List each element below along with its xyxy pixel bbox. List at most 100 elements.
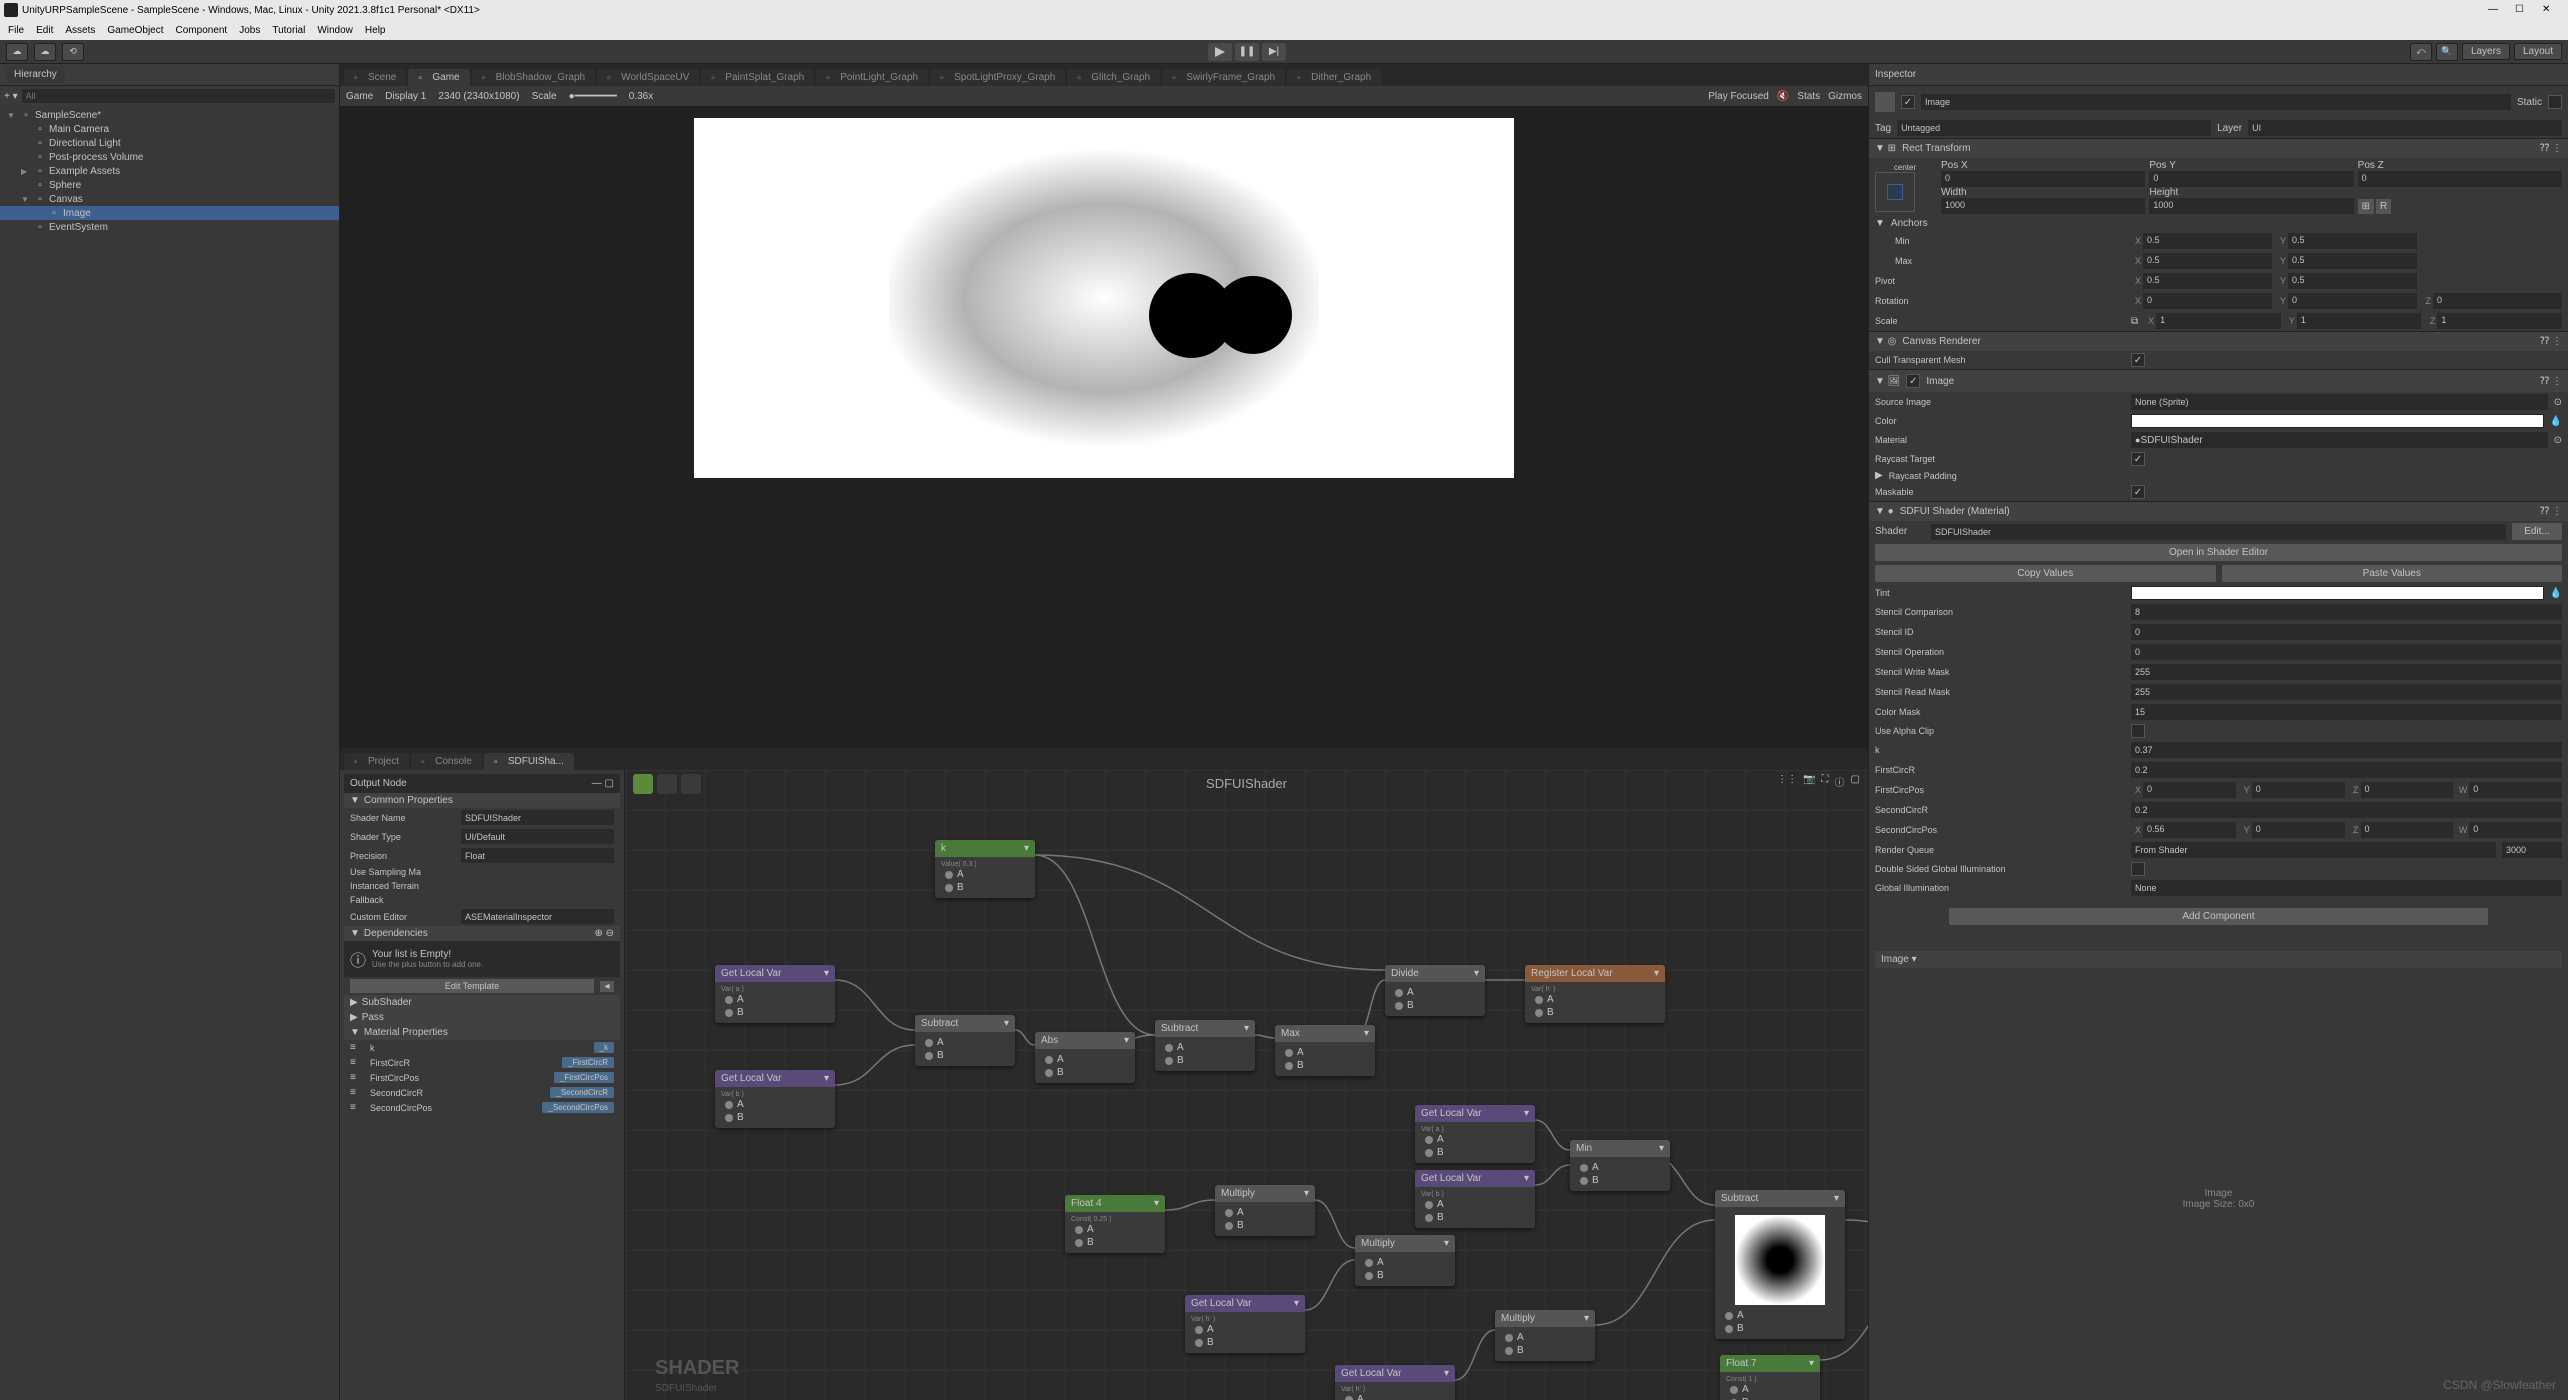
pivot-x[interactable]: 0.5 [2143,273,2272,289]
node-abs[interactable]: Abs▾AB [1035,1032,1135,1083]
close-button[interactable]: ✕ [2542,4,2554,16]
tree-item-directional-light[interactable]: ▫Directional Light [0,136,339,150]
tint-swatch[interactable] [2131,586,2544,600]
first-r-field[interactable]: 0.2 [2131,762,2562,778]
mat-prop-k[interactable]: ≡k_k [344,1040,620,1055]
pos-y-field[interactable]: 0 [2149,171,2353,187]
tree-item-image[interactable]: ▫Image [0,206,339,220]
undo-button[interactable]: ⤺ [2410,43,2432,61]
hierarchy-search[interactable] [22,89,335,103]
mat-prop-firstcircpos[interactable]: ≡FirstCircPos_FirstCircPos [344,1070,620,1085]
graph-canvas[interactable]: SDFUIShader ⋮⋮ 📷 ⛶ ⓘ ▢ k▾Value( 0.3 )ABG… [625,770,1868,1400]
maximize-button[interactable]: ☐ [2515,4,2527,16]
node-sub3[interactable]: Subtract▾AB [1715,1190,1845,1339]
history-button[interactable]: ⟲ [62,43,84,61]
node-reg[interactable]: Register Local Var▾Var( h' )AB [1525,965,1665,1023]
node-sub1[interactable]: Subtract▾AB [915,1015,1015,1066]
menu-assets[interactable]: Assets [65,25,95,36]
gameobject-active-checkbox[interactable] [1901,95,1915,109]
bottom-tab-sdfuisha...[interactable]: ▫SDFUISha... [484,753,574,770]
second-pos-z[interactable]: 0 [2361,822,2454,838]
shader-type-field[interactable]: UI/Default [461,829,614,844]
bottom-tab-console[interactable]: ▫Console [411,753,482,770]
account-button[interactable]: ☁ [6,43,28,61]
tree-item-sphere[interactable]: ▫Sphere [0,178,339,192]
pass-header[interactable]: Pass [362,1012,384,1023]
menu-window[interactable]: Window [317,25,353,36]
node-glv1[interactable]: Get Local Var▾Var( a )AB [715,965,835,1023]
expand-icon[interactable]: ▢ [1851,774,1860,789]
use-alpha-clip-checkbox[interactable] [2131,724,2145,738]
first-pos-y[interactable]: 0 [2252,782,2345,798]
menu-file[interactable]: File [8,25,24,36]
node-mul1[interactable]: Multiply▾AB [1215,1185,1315,1236]
pos-z-field[interactable]: 0 [2358,171,2562,187]
inspector-tab[interactable]: Inspector [1875,69,1916,80]
image-component-header[interactable]: Image [1926,376,1954,387]
raw-edit-button[interactable]: R [2376,199,2391,214]
mute-button[interactable]: 🔇 [1777,91,1789,102]
mat-prop-firstcircr[interactable]: ≡FirstCircR_FirstCircR [344,1055,620,1070]
material-header[interactable]: SDFUI Shader (Material) [1900,506,2010,517]
search-button[interactable]: 🔍 [2436,43,2458,61]
scale-z[interactable]: 1 [2437,313,2562,329]
scale-y[interactable]: 1 [2297,313,2422,329]
layers-dropdown[interactable]: Layers [2462,43,2510,60]
camera-icon[interactable]: 📷 [1803,774,1815,789]
color-mask-field[interactable]: 15 [2131,704,2562,720]
stats-button[interactable]: Stats [1797,91,1820,102]
minimize-button[interactable]: — [2488,4,2500,16]
resolution-dropdown[interactable]: 2340 (2340x1080) [438,91,519,102]
node-glv4[interactable]: Get Local Var▾Var( b )AB [1415,1170,1535,1228]
tree-item-main-camera[interactable]: ▫Main Camera [0,122,339,136]
first-pos-x[interactable]: 0 [2143,782,2236,798]
stencil-id-field[interactable]: 0 [2131,624,2562,640]
cloud-button[interactable]: ☁ [34,43,56,61]
tab-game[interactable]: ▫Game [408,69,469,86]
scale-x[interactable]: 1 [2156,313,2281,329]
pos-x-field[interactable]: 0 [1941,171,2145,187]
node-f7[interactable]: Float 7▾Const( 1 )AB [1720,1355,1820,1400]
edit-shader-button[interactable]: Edit... [2512,523,2562,540]
tab-blobshadow-graph[interactable]: ▫BlobShadow_Graph [472,69,596,86]
stencil-read-field[interactable]: 255 [2131,684,2562,700]
node-glv2[interactable]: Get Local Var▾Var( b )AB [715,1070,835,1128]
gameobject-name-field[interactable]: Image [1921,94,2511,110]
rot-y[interactable]: 0 [2288,293,2417,309]
tab-pointlight-graph[interactable]: ▫PointLight_Graph [816,69,928,86]
precision-field[interactable]: Float [461,848,614,863]
mat-prop-secondcircr[interactable]: ≡SecondCircR_SecondCircR [344,1085,620,1100]
node-f4[interactable]: Float 4▾Const( 0.25 )AB [1065,1195,1165,1253]
canvas-renderer-header[interactable]: Canvas Renderer [1902,336,1980,347]
pivot-y[interactable]: 0.5 [2288,273,2417,289]
paste-values-button[interactable]: Paste Values [2222,565,2563,582]
blueprint-button[interactable]: ⊞ [2358,199,2374,214]
k-field[interactable]: 0.37 [2131,742,2562,758]
tab-paintsplat-graph[interactable]: ▫PaintSplat_Graph [701,69,814,86]
subshader-header[interactable]: SubShader [362,997,412,1008]
layout-dropdown[interactable]: Layout [2514,43,2562,60]
node-glv6[interactable]: Get Local Var▾Var( h' )AB [1335,1365,1455,1400]
menu-tutorial[interactable]: Tutorial [272,25,305,36]
width-field[interactable]: 1000 [1941,198,2145,214]
node-mul3[interactable]: Multiply▾AB [1495,1310,1595,1361]
anchors-label[interactable]: Anchors [1891,218,1928,229]
copy-values-button[interactable]: Copy Values [1875,565,2216,582]
custom-editor-field[interactable]: ASEMaterialInspector [461,909,614,924]
menu-help[interactable]: Help [365,25,386,36]
tab-swirlyframe-graph[interactable]: ▫SwirlyFrame_Graph [1162,69,1285,86]
stencil-op-field[interactable]: 0 [2131,644,2562,660]
info-icon[interactable]: ⓘ [1835,774,1845,789]
height-field[interactable]: 1000 [2149,198,2353,214]
node-glv3[interactable]: Get Local Var▾Var( a )AB [1415,1105,1535,1163]
graph-tool-2[interactable] [657,774,677,794]
shader-name-field[interactable]: SDFUIShader [461,810,614,825]
focus-icon[interactable]: ⛶ [1822,774,1829,789]
node-div[interactable]: Divide▾AB [1385,965,1485,1016]
hierarchy-add-button[interactable]: + ▾ [4,91,18,102]
rot-z[interactable]: 0 [2433,293,2562,309]
source-image-field[interactable]: None (Sprite) [2131,394,2548,410]
tab-dither-graph[interactable]: ▫Dither_Graph [1287,69,1381,86]
display-dropdown[interactable]: Display 1 [385,91,426,102]
menu-gameobject[interactable]: GameObject [107,25,163,36]
